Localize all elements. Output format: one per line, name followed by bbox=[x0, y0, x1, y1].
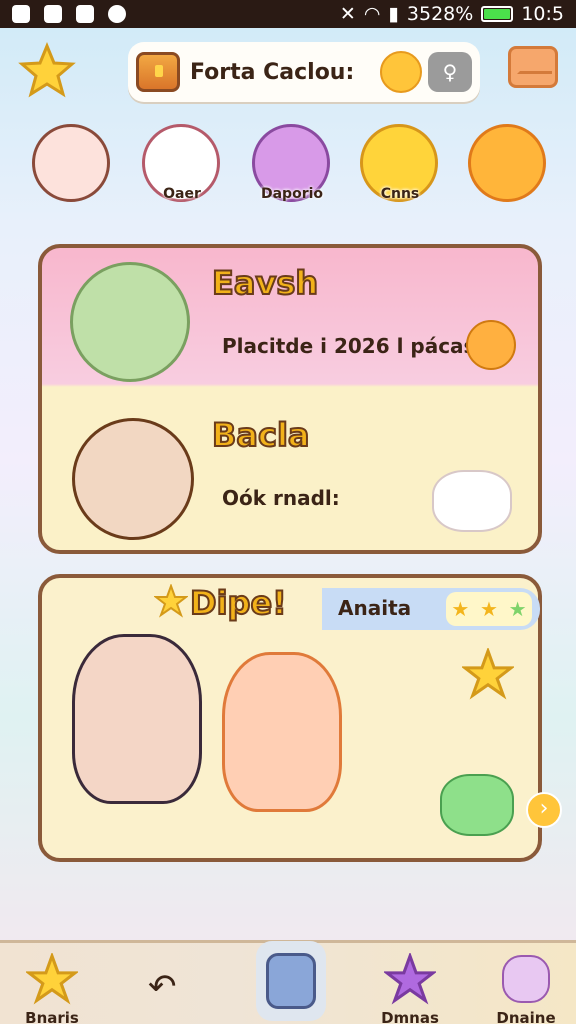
rating-star: ★ bbox=[451, 597, 470, 621]
nav-dnaine[interactable]: Dnaine bbox=[478, 949, 574, 1024]
chevron-right-icon[interactable]: › bbox=[526, 792, 562, 828]
tab-sun[interactable] bbox=[466, 124, 550, 214]
character-card-pair: Eavsh Placitde i 2026 l pácas? Bacla Oók… bbox=[38, 244, 542, 554]
settings-icon bbox=[108, 5, 126, 23]
star-icon bbox=[26, 953, 78, 1005]
profile-toggle[interactable]: ♀ bbox=[428, 52, 472, 92]
subtitle-pill: Anaita ★ ★ ★ bbox=[322, 588, 540, 630]
nav-bnaris[interactable]: Bnaris bbox=[4, 949, 100, 1024]
calendar-icon bbox=[76, 5, 94, 23]
cat-icon bbox=[502, 955, 550, 1003]
back-button[interactable]: ↶ bbox=[120, 949, 216, 1024]
sun-face-icon bbox=[468, 124, 546, 202]
page-title: Forta Caclou: bbox=[190, 59, 355, 85]
green-hair-girl-avatar[interactable] bbox=[70, 262, 190, 382]
tab-daporio[interactable]: Daporio bbox=[250, 124, 334, 214]
status-bar: ✕ ◠ ▮ 3528% 10:5 bbox=[0, 0, 576, 28]
character-status: Placitde i 2026 l pácas? bbox=[222, 334, 488, 358]
orange-fruit-icon[interactable] bbox=[466, 320, 516, 370]
treasure-chest-icon bbox=[136, 52, 180, 92]
mute-icon: ✕ bbox=[339, 3, 356, 25]
clock: 10:5 bbox=[521, 3, 564, 25]
rating-star: ★ bbox=[508, 597, 527, 621]
battery-percent: 3528% bbox=[406, 3, 474, 25]
undo-icon: ↶ bbox=[148, 967, 177, 1007]
signal-icon: ▮ bbox=[388, 3, 399, 25]
star-button[interactable] bbox=[18, 42, 76, 100]
character-status: Oók rnadl: bbox=[222, 486, 340, 510]
shield-icon bbox=[266, 953, 316, 1009]
character-name: Eavsh bbox=[211, 263, 319, 303]
duo-card: Dipe! Anaita ★ ★ ★ › bbox=[38, 574, 562, 862]
green-slime-pet-icon[interactable] bbox=[440, 774, 514, 836]
rating-stars: ★ ★ ★ bbox=[446, 592, 532, 626]
tab-label: Cnns bbox=[380, 186, 420, 202]
notification-icon bbox=[12, 5, 30, 23]
category-tabs: Oaer Daporio Cnns bbox=[0, 124, 576, 224]
tab-cnns[interactable]: Cnns bbox=[358, 124, 442, 214]
orange-hair-girl-avatar[interactable] bbox=[222, 652, 342, 812]
card-subtitle: Anaita bbox=[338, 596, 412, 620]
home-button[interactable] bbox=[256, 941, 326, 1021]
rating-star: ★ bbox=[480, 597, 498, 621]
mail-icon[interactable] bbox=[508, 46, 558, 88]
nav-label: Dnaine bbox=[496, 1009, 556, 1024]
wifi-icon: ◠ bbox=[363, 3, 381, 25]
tab-oaer[interactable]: Oaer bbox=[140, 124, 224, 214]
top-bar: Forta Caclou: ♀ bbox=[0, 28, 576, 116]
star-icon[interactable] bbox=[462, 648, 514, 700]
star-icon bbox=[18, 42, 76, 98]
tab-avatar[interactable] bbox=[30, 124, 114, 214]
brown-hair-boy-avatar[interactable] bbox=[72, 418, 194, 540]
nav-dmnas[interactable]: Dmnas bbox=[362, 949, 458, 1024]
star-icon bbox=[154, 584, 188, 618]
card-title: Dipe! bbox=[189, 583, 288, 623]
tab-label: Daporio bbox=[260, 186, 324, 202]
image-icon bbox=[44, 5, 62, 23]
bottom-nav: Bnaris ↶ Dmnas Dnaine bbox=[0, 940, 576, 1024]
character-name: Bacla bbox=[211, 415, 311, 455]
white-cat-pet-icon[interactable] bbox=[432, 470, 512, 532]
cat-ear-girl-avatar[interactable] bbox=[72, 634, 202, 804]
tab-label: Oaer bbox=[163, 186, 201, 202]
happy-face-icon bbox=[380, 51, 422, 93]
nav-label: Dmnas bbox=[381, 1009, 439, 1024]
nav-label: Bnaris bbox=[25, 1009, 79, 1024]
purple-star-icon bbox=[384, 953, 436, 1005]
boy-avatar-icon bbox=[32, 124, 110, 202]
title-pill: Forta Caclou: ♀ bbox=[128, 42, 480, 102]
battery-icon bbox=[481, 6, 514, 22]
